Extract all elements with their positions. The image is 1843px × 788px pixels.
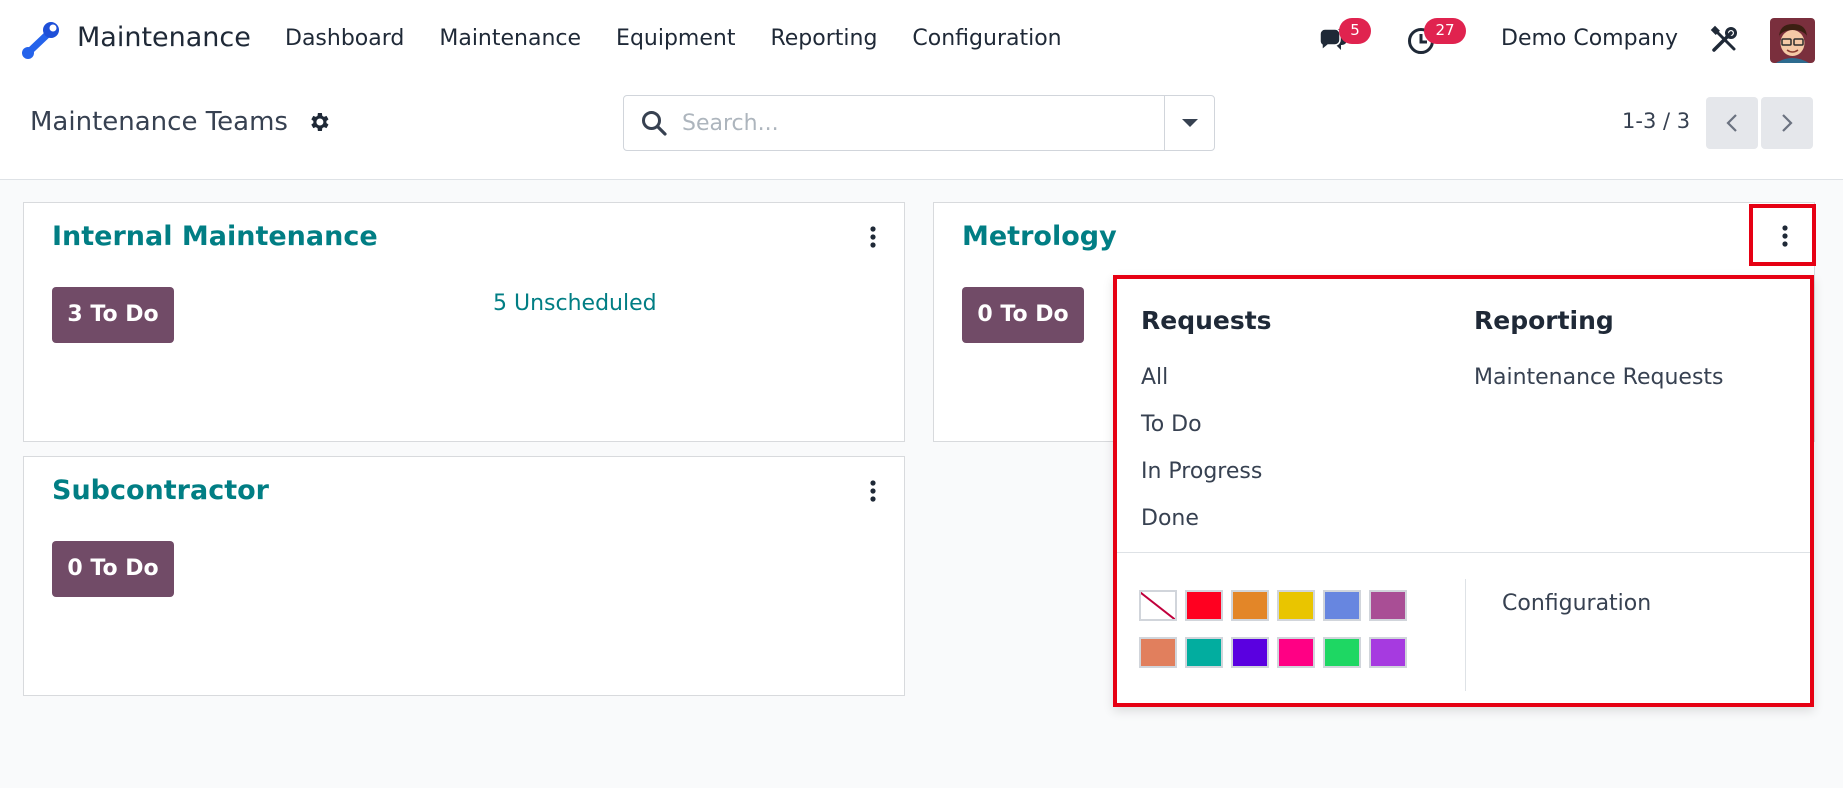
menu-reporting[interactable]: Reporting bbox=[770, 26, 877, 51]
search-options-toggle[interactable] bbox=[1164, 96, 1214, 150]
color-swatch[interactable] bbox=[1369, 590, 1407, 621]
configuration-link[interactable]: Configuration bbox=[1502, 591, 1651, 616]
chat-count-badge: 5 bbox=[1339, 18, 1371, 44]
app-name[interactable]: Maintenance bbox=[77, 22, 251, 53]
requests-item-done[interactable]: Done bbox=[1141, 506, 1199, 531]
top-navbar: Maintenance Dashboard Maintenance Equipm… bbox=[0, 0, 1843, 80]
menu-configuration[interactable]: Configuration bbox=[912, 26, 1061, 51]
todo-button[interactable]: 0 To Do bbox=[52, 541, 174, 597]
menu-maintenance[interactable]: Maintenance bbox=[439, 26, 581, 51]
gear-icon[interactable] bbox=[307, 110, 331, 134]
pager-value[interactable]: 1-3 / 3 bbox=[1622, 109, 1690, 133]
color-swatch[interactable] bbox=[1323, 590, 1361, 621]
team-name[interactable]: Subcontractor bbox=[52, 475, 269, 506]
color-swatch[interactable] bbox=[1185, 637, 1223, 668]
metrology-kebab-button[interactable] bbox=[1749, 204, 1816, 266]
requests-heading: Requests bbox=[1141, 306, 1272, 335]
color-swatch[interactable] bbox=[1277, 637, 1315, 668]
kebab-menu-icon bbox=[1782, 225, 1788, 247]
page-title: Maintenance Teams bbox=[30, 107, 288, 137]
control-panel: Maintenance Teams 1-3 / 3 bbox=[0, 80, 1843, 180]
color-swatch[interactable] bbox=[1369, 637, 1407, 668]
color-swatch[interactable] bbox=[1231, 590, 1269, 621]
company-switcher[interactable]: Demo Company bbox=[1501, 26, 1678, 51]
requests-item-all[interactable]: All bbox=[1141, 365, 1168, 390]
team-card-internal-maintenance[interactable]: Internal Maintenance 3 To Do 5 Unschedul… bbox=[23, 202, 905, 442]
pager-next-button[interactable] bbox=[1761, 97, 1813, 149]
kebab-menu-icon[interactable] bbox=[861, 223, 885, 253]
requests-item-in-progress[interactable]: In Progress bbox=[1141, 459, 1262, 484]
kebab-menu-icon[interactable] bbox=[861, 477, 885, 507]
color-swatch[interactable] bbox=[1139, 637, 1177, 668]
color-swatch-none[interactable] bbox=[1139, 590, 1177, 621]
user-avatar[interactable] bbox=[1770, 18, 1815, 63]
team-card-subcontractor[interactable]: Subcontractor 0 To Do bbox=[23, 456, 905, 696]
dropdown-divider bbox=[1117, 552, 1810, 553]
menu-dashboard[interactable]: Dashboard bbox=[285, 26, 404, 51]
color-swatch[interactable] bbox=[1277, 590, 1315, 621]
debug-tools-icon[interactable] bbox=[1709, 25, 1739, 55]
maintenance-app-icon[interactable] bbox=[20, 21, 62, 61]
requests-item-todo[interactable]: To Do bbox=[1141, 412, 1202, 437]
dropdown-vertical-divider bbox=[1465, 579, 1466, 691]
search-input[interactable] bbox=[682, 106, 1122, 140]
pager-previous-button[interactable] bbox=[1706, 97, 1758, 149]
color-swatch[interactable] bbox=[1323, 637, 1361, 668]
color-swatch[interactable] bbox=[1185, 590, 1223, 621]
main-menu: Dashboard Maintenance Equipment Reportin… bbox=[285, 26, 1097, 51]
reporting-heading: Reporting bbox=[1474, 306, 1614, 335]
menu-equipment[interactable]: Equipment bbox=[616, 26, 735, 51]
todo-button[interactable]: 3 To Do bbox=[52, 287, 174, 343]
card-dropdown-menu: Requests Reporting All To Do In Progress… bbox=[1113, 275, 1814, 707]
color-swatch[interactable] bbox=[1231, 637, 1269, 668]
search-icon bbox=[642, 111, 667, 136]
chevron-left-icon bbox=[1726, 114, 1737, 132]
team-name[interactable]: Metrology bbox=[962, 221, 1117, 252]
activity-count-badge: 27 bbox=[1424, 18, 1466, 44]
team-name[interactable]: Internal Maintenance bbox=[52, 221, 378, 252]
todo-button[interactable]: 0 To Do bbox=[962, 287, 1084, 343]
reporting-item-maintenance-requests[interactable]: Maintenance Requests bbox=[1474, 365, 1724, 390]
search-bar bbox=[623, 95, 1215, 151]
chevron-right-icon bbox=[1782, 114, 1793, 132]
caret-down-icon bbox=[1182, 119, 1198, 127]
unscheduled-link[interactable]: 5 Unscheduled bbox=[493, 291, 657, 316]
